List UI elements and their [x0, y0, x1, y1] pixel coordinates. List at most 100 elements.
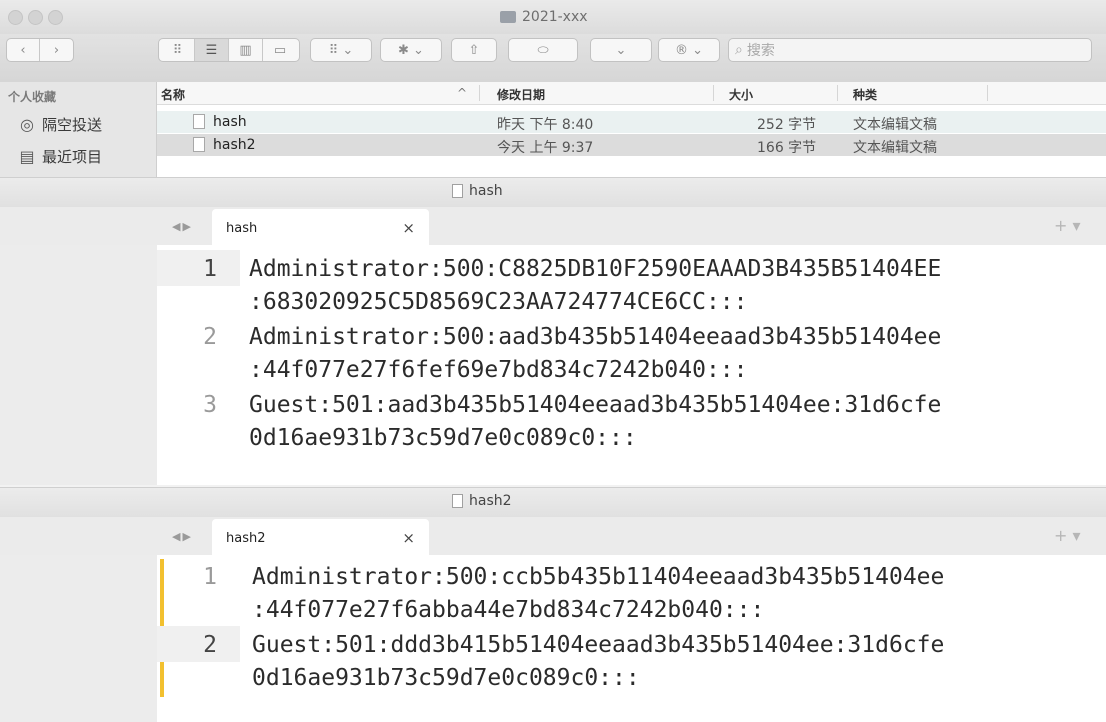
search-field[interactable]: ⌕ 搜索	[728, 38, 1092, 62]
close-tab-icon[interactable]: ×	[402, 529, 415, 547]
group-icon: ⠿ ⌄	[328, 42, 354, 58]
dropdown-button[interactable]: ⌄	[590, 38, 652, 62]
finder-window-title: 2021-xxx	[500, 9, 588, 25]
list-view-button[interactable]: ☰	[195, 39, 229, 61]
airdrop-icon: ◎	[20, 115, 34, 134]
new-tab-button[interactable]: + ▾	[1054, 216, 1081, 235]
gallery-view-button[interactable]: ▭	[263, 39, 297, 61]
close-tab-icon[interactable]: ×	[402, 219, 415, 237]
editor-side-panel	[0, 245, 157, 485]
sidebar-item-label: 最近项目	[42, 148, 103, 166]
gear-icon: ✱ ⌄	[398, 42, 424, 58]
file-name: hash2	[213, 137, 256, 153]
file-size: 252 字节	[757, 117, 817, 133]
share-button[interactable]: ⇧	[451, 38, 497, 62]
document-icon	[452, 184, 463, 198]
file-name: hash	[213, 114, 247, 130]
action-button[interactable]: ✱ ⌄	[380, 38, 442, 62]
code-line: Administrator:500:ccb5b435b11404eeaad3b4…	[252, 564, 945, 590]
zoom-window-button[interactable]	[48, 10, 63, 25]
back-button[interactable]: ‹	[7, 39, 41, 61]
line-number: 1	[203, 564, 217, 590]
sidebar-item-recents[interactable]: ▤ 最近项目	[18, 146, 102, 167]
editor-text-area[interactable]: 1 Administrator:500:C8825DB10F2590EAAAD3…	[157, 245, 1106, 485]
chevron-down-icon: ⌄	[615, 42, 627, 58]
text-document-icon	[193, 114, 205, 129]
registered-icon: ® ⌄	[674, 42, 704, 58]
tab-label: hash	[226, 221, 258, 236]
code-line-wrap: 0d16ae931b73c59d7e0c089c0:::	[252, 665, 640, 691]
column-view-button[interactable]: ▥	[229, 39, 263, 61]
editor-window-title: hash	[452, 183, 503, 199]
editor-titlebar: hash	[0, 177, 1106, 209]
editor-window-title: hash2	[452, 493, 512, 509]
editor-text-area[interactable]: 1 Administrator:500:ccb5b435b11404eeaad3…	[157, 555, 1106, 722]
column-date-header[interactable]: 修改日期	[497, 86, 545, 103]
minimize-window-button[interactable]	[28, 10, 43, 25]
sidebar-item-label: 隔空投送	[42, 116, 103, 134]
new-tab-button[interactable]: + ▾	[1054, 526, 1081, 545]
finder-title-text: 2021-xxx	[522, 9, 588, 25]
file-size: 166 字节	[757, 140, 817, 156]
tags-button[interactable]: ⬭	[508, 38, 578, 62]
code-line: Administrator:500:aad3b435b51404eeaad3b4…	[249, 324, 942, 350]
file-date: 今天 上午 9:37	[497, 140, 594, 156]
tab-nav-arrows[interactable]: ◀▶	[172, 220, 193, 233]
tab-hash[interactable]: hash ×	[212, 209, 429, 247]
file-row-hash[interactable]: hash 昨天 下午 8:40 252 字节 文本编辑文稿	[157, 111, 1106, 133]
finder-window: 2021-xxx ‹ › ⠿ ☰ ▥ ▭ ⠿ ⌄ ✱ ⌄ ⇧ ⬭ ⌄ ® ⌄ ⌕…	[0, 0, 1106, 177]
column-name-header[interactable]: 名称	[161, 86, 185, 103]
file-date: 昨天 下午 8:40	[497, 117, 594, 133]
editor-window-hash: hash ◀▶ hash × + ▾ 1 Administrator:500:C…	[0, 177, 1106, 485]
icon-view-button[interactable]: ⠿	[161, 39, 195, 61]
close-window-button[interactable]	[8, 10, 23, 25]
tab-nav-arrows[interactable]: ◀▶	[172, 530, 193, 543]
editor-title-text: hash	[469, 183, 503, 199]
code-line-wrap: :44f077e27f6abba44e7bd834c7242b040:::	[252, 597, 765, 623]
tab-hash2[interactable]: hash2 ×	[212, 519, 429, 557]
file-kind: 文本编辑文稿	[853, 117, 937, 133]
chevron-right-icon: ›	[53, 42, 60, 58]
sort-ascending-icon: ^	[457, 86, 468, 100]
view-mode-control: ⠿ ☰ ▥ ▭	[158, 38, 300, 62]
column-kind-header[interactable]: 种类	[853, 86, 877, 103]
editor-window-hash2: hash2 ◀▶ hash2 × + ▾ 1 Administrator:500…	[0, 487, 1106, 722]
code-line-wrap: 0d16ae931b73c59d7e0c089c0:::	[249, 425, 637, 451]
tab-label: hash2	[226, 531, 266, 546]
file-list-header: 名称 ^ 修改日期 大小 种类	[157, 82, 1106, 105]
folder-icon	[500, 11, 516, 23]
editor-title-text: hash2	[469, 493, 512, 509]
forward-button[interactable]: ›	[40, 39, 73, 61]
list-icon: ☰	[205, 42, 218, 58]
tab-bar: ◀▶ hash × + ▾	[0, 207, 1106, 247]
share-icon: ⇧	[468, 42, 480, 58]
text-document-icon	[193, 137, 205, 152]
line-number: 1	[203, 256, 217, 282]
group-button[interactable]: ⠿ ⌄	[310, 38, 372, 62]
sidebar-item-airdrop[interactable]: ◎ 隔空投送	[18, 114, 102, 135]
gallery-icon: ▭	[273, 42, 287, 58]
file-list: 名称 ^ 修改日期 大小 种类 hash 昨天 下午 8:40 252 字节 文…	[157, 82, 1106, 177]
code-line-wrap: :44f077e27f6fef69e7bd834c7242b040:::	[249, 357, 748, 383]
columns-icon: ▥	[239, 42, 252, 58]
line-number: 2	[203, 632, 217, 658]
line-number: 2	[203, 324, 217, 350]
sidebar-heading: 个人收藏	[8, 90, 57, 104]
tab-bar: ◀▶ hash2 × + ▾	[0, 517, 1106, 557]
column-size-header[interactable]: 大小	[729, 86, 753, 103]
search-icon: ⌕	[735, 42, 743, 58]
search-placeholder: 搜索	[746, 43, 775, 59]
chevron-left-icon: ‹	[20, 42, 26, 58]
back-forward-buttons: ‹ ›	[6, 38, 74, 62]
file-row-hash2[interactable]: hash2 今天 上午 9:37 166 字节 文本编辑文稿	[157, 134, 1106, 156]
code-line-wrap: :683020925C5D8569C23AA724774CE6CC:::	[249, 289, 748, 315]
finder-titlebar: 2021-xxx	[0, 0, 1106, 34]
tag-icon: ⬭	[537, 42, 549, 58]
finder-toolbar: ‹ › ⠿ ☰ ▥ ▭ ⠿ ⌄ ✱ ⌄ ⇧ ⬭ ⌄ ® ⌄ ⌕ 搜索	[0, 34, 1106, 83]
code-line: Guest:501:aad3b435b51404eeaad3b435b51404…	[249, 392, 942, 418]
editor-titlebar: hash2	[0, 487, 1106, 519]
recents-icon: ▤	[19, 147, 35, 166]
document-icon	[452, 494, 463, 508]
grid-icon: ⠿	[172, 42, 183, 58]
extension-button[interactable]: ® ⌄	[658, 38, 720, 62]
